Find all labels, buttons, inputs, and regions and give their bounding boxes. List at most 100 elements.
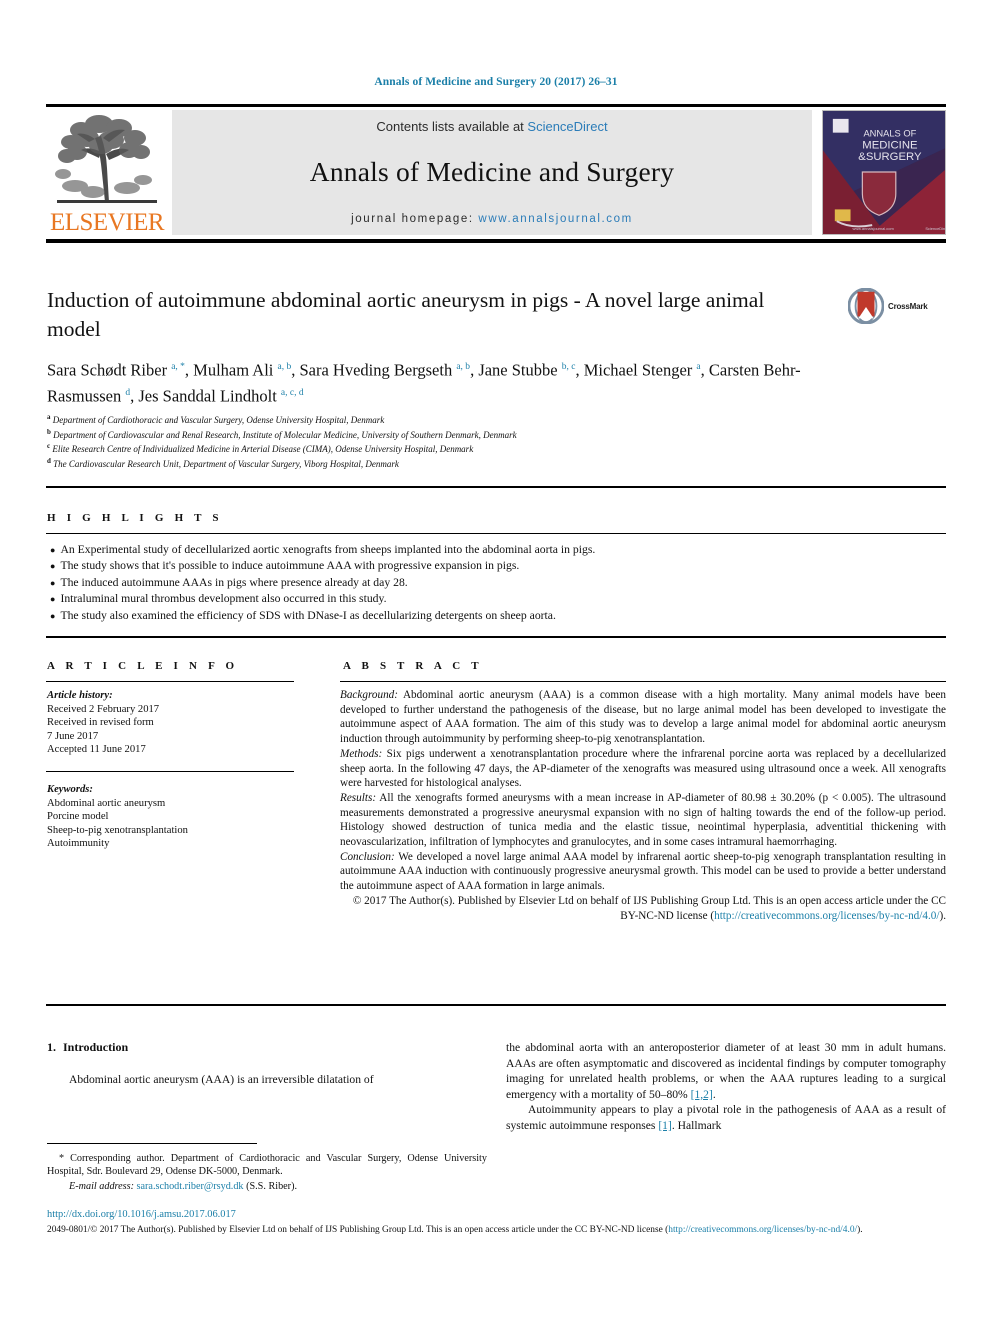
article-info-heading: A R T I C L E I N F O xyxy=(47,660,239,672)
affiliation-item: b Department of Cardiovascular and Renal… xyxy=(47,427,897,442)
corresponding-text: Corresponding author. Department of Card… xyxy=(47,1153,487,1178)
highlight-text: Intraluminal mural thrombus development … xyxy=(60,592,387,606)
bullet-icon: ● xyxy=(50,545,56,555)
abstract-bottom-divider xyxy=(46,1004,946,1006)
bullet-icon: ● xyxy=(50,577,56,588)
sciencedirect-link[interactable]: ScienceDirect xyxy=(527,119,607,134)
author-list: Sara Schødt Riber a, *, Mulham Ali a, b,… xyxy=(47,360,801,406)
author-email-link[interactable]: sara.schodt.riber@rsyd.dk xyxy=(137,1181,244,1192)
keyword-item: Abdominal aortic aneurysm xyxy=(47,797,166,809)
affiliation-mark: d xyxy=(47,457,51,466)
affiliation-item: d The Cardiovascular Research Unit, Depa… xyxy=(47,456,897,471)
cc-license-link[interactable]: http://creativecommons.org/licenses/by-n… xyxy=(714,910,939,922)
citation-ref-1[interactable]: [1] xyxy=(658,1119,672,1132)
highlight-text: An Experimental study of decellularized … xyxy=(60,543,596,556)
list-item: ● Intraluminal mural thrombus development… xyxy=(50,591,940,607)
email-note: E-mail address: sara.schodt.riber@rsyd.d… xyxy=(47,1180,487,1193)
abstract-divider xyxy=(340,681,946,683)
abstract-paragraph-methods: Methods: Six pigs underwent a xenotransp… xyxy=(340,747,946,791)
issn-text: 2049-0801/© 2017 The Author(s). Publishe… xyxy=(47,1225,669,1235)
highlights-bottom-divider xyxy=(46,636,946,638)
email-label: E-mail address: xyxy=(69,1180,134,1192)
intro-text-2a: Autoimmunity appears to play a pivotal r… xyxy=(506,1103,946,1132)
keywords-divider xyxy=(46,771,294,773)
section-heading-introduction: 1. Introduction xyxy=(47,1040,487,1056)
intro-text-1a: the abdominal aorta with an anteroposter… xyxy=(506,1041,946,1101)
crossmark-label: CrossMark xyxy=(888,301,928,311)
list-item: ● The induced autoimmune AAAs in pigs whe… xyxy=(50,575,940,591)
abstract-paragraph-results: Results: All the xenografts formed aneur… xyxy=(340,791,946,850)
keywords-label: Keywords: xyxy=(47,784,93,795)
body-column-right: the abdominal aorta with an anteroposter… xyxy=(506,1040,946,1134)
affiliation-text: Department of Cardiovascular and Renal R… xyxy=(53,429,517,440)
bullet-icon: ● xyxy=(50,561,56,572)
article-history-line: Received in revised form xyxy=(47,717,154,729)
contents-prefix: Contents lists available at xyxy=(376,119,528,134)
abstract-text-methods: Six pigs underwent a xenotransplantation… xyxy=(340,747,946,790)
masthead-top-rule xyxy=(46,104,946,107)
issn-license-line: 2049-0801/© 2017 The Author(s). Publishe… xyxy=(47,1224,947,1237)
running-head: Annals of Medicine and Surgery 20 (2017)… xyxy=(374,76,618,88)
affiliation-text: Elite Research Centre of Individualized … xyxy=(52,444,474,455)
keywords-block: Keywords: Abdominal aortic aneurysm Porc… xyxy=(47,783,297,851)
footnote-divider xyxy=(47,1143,257,1145)
svg-text:www.annalsjournal.com: www.annalsjournal.com xyxy=(853,226,895,231)
article-info-divider xyxy=(46,681,294,683)
article-history-label: Article history: xyxy=(47,690,113,701)
elsevier-wordmark: ELSEVIER xyxy=(49,209,165,236)
elsevier-logo: ELSEVIER xyxy=(48,110,166,235)
affiliation-mark: b xyxy=(47,427,51,436)
crossmark-badge[interactable]: CrossMark xyxy=(848,286,944,326)
footer-cc-license-link[interactable]: http://creativecommons.org/licenses/by-n… xyxy=(668,1225,857,1235)
homepage-prefix: journal homepage: xyxy=(351,213,479,225)
page-title: Induction of autoimmune abdominal aortic… xyxy=(47,288,765,341)
keyword-item: Sheep-to-pig xenotransplantation xyxy=(47,824,188,836)
article-history-line: Accepted 11 June 2017 xyxy=(47,744,146,756)
abstract-label-background: Background: xyxy=(340,689,398,701)
affiliation-text: The Cardiovascular Research Unit, Depart… xyxy=(53,459,399,470)
masthead-bottom-rule xyxy=(46,239,946,243)
svg-text:ANNALS OF: ANNALS OF xyxy=(863,129,916,139)
copyright-tail: ). xyxy=(939,909,946,922)
doi-line: http://dx.doi.org/10.1016/j.amsu.2017.06… xyxy=(47,1209,947,1220)
affiliation-item: c Elite Research Centre of Individualize… xyxy=(47,441,897,456)
contents-list-line: Contents lists available at ScienceDirec… xyxy=(376,119,607,134)
intro-text-2b: . Hallmark xyxy=(671,1118,722,1132)
abstract-text-background: Abdominal aortic aneurysm (AAA) is a com… xyxy=(340,689,946,746)
abstract-text-results: All the xenografts formed aneurysms with… xyxy=(340,791,946,849)
highlights-list: ● An Experimental study of decellularized… xyxy=(50,542,940,624)
keyword-item: Porcine model xyxy=(47,811,109,823)
keyword-item: Autoimmunity xyxy=(47,838,110,850)
abstract-text-conclusion: We developed a novel large animal AAA mo… xyxy=(340,850,946,893)
citation-ref-1-2[interactable]: [1,2] xyxy=(691,1088,713,1101)
abstract-label-methods: Methods: xyxy=(340,747,383,760)
article-history-line: 7 June 2017 xyxy=(47,730,99,742)
corresponding-author-note: * Corresponding author. Department of Ca… xyxy=(47,1152,487,1179)
list-item: ● An Experimental study of decellularized… xyxy=(50,542,940,558)
bullet-icon: ● xyxy=(50,610,56,621)
journal-article-page: Annals of Medicine and Surgery 20 (2017)… xyxy=(0,0,992,1323)
highlight-text: The study also examined the efficiency o… xyxy=(60,608,556,622)
intro-paragraph-right-2: Autoimmunity appears to play a pivotal r… xyxy=(506,1102,946,1133)
abstract-body: Background: Abdominal aortic aneurysm (A… xyxy=(340,688,946,923)
affiliation-text: Department of Cardiothoracic and Vascula… xyxy=(52,415,385,425)
abstract-label-conclusion: Conclusion: xyxy=(340,850,395,863)
svg-text:&SURGERY: &SURGERY xyxy=(858,151,922,163)
journal-homepage-line: journal homepage: www.annalsjournal.com xyxy=(351,213,633,225)
doi-link[interactable]: http://dx.doi.org/10.1016/j.amsu.2017.06… xyxy=(47,1209,236,1220)
journal-cover-thumbnail: ANNALS OF MEDICINE &SURGERY www.annalsjo… xyxy=(822,110,946,235)
svg-text:ScienceDirect: ScienceDirect xyxy=(925,226,945,231)
section-number: 1. xyxy=(47,1040,56,1054)
highlight-text: The induced autoimmune AAAs in pigs wher… xyxy=(60,575,408,589)
highlights-heading: H I G H L I G H T S xyxy=(47,512,223,524)
article-history: Article history: Received 2 February 201… xyxy=(47,689,297,757)
bullet-icon: ● xyxy=(50,594,56,605)
journal-homepage-link[interactable]: www.annalsjournal.com xyxy=(478,213,632,225)
journal-title: Annals of Medicine and Surgery xyxy=(309,156,675,187)
crossmark-icon xyxy=(848,288,884,324)
intro-paragraph-left: Abdominal aortic aneurysm (AAA) is an ir… xyxy=(69,1072,374,1086)
abstract-copyright: © 2017 The Author(s). Published by Elsev… xyxy=(340,894,946,923)
list-item: ● The study shows that it's possible to i… xyxy=(50,558,940,574)
footnote-block: * Corresponding author. Department of Ca… xyxy=(47,1152,487,1193)
affiliation-list: a Department of Cardiothoracic and Vascu… xyxy=(47,412,897,471)
